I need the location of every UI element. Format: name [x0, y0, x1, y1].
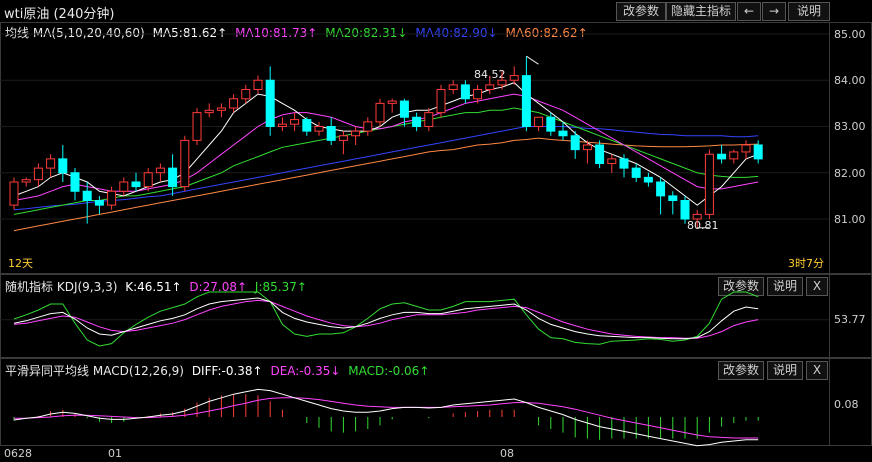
candle-body-16 [204, 109, 214, 114]
candle-body-2 [33, 167, 43, 181]
candle-body-57 [704, 153, 714, 215]
candle-body-11 [143, 172, 153, 188]
candle-body-54 [668, 195, 678, 201]
candle-body-41 [509, 75, 519, 81]
candle-body-10 [131, 181, 141, 188]
macd-line-dea [14, 397, 759, 439]
candle-body-5 [70, 172, 80, 192]
candle-body-19 [241, 89, 251, 100]
candle-body-51 [631, 167, 641, 178]
candle-body-40 [497, 79, 507, 86]
candle-body-24 [302, 119, 312, 132]
candle-body-39 [485, 84, 495, 90]
candle-body-50 [619, 158, 629, 169]
candle-body-8 [107, 190, 117, 206]
candle-body-46 [570, 135, 580, 151]
candle-body-1 [21, 179, 31, 183]
candle-body-28 [351, 130, 361, 137]
candle-body-61 [753, 144, 763, 160]
chart-canvas [0, 33, 829, 447]
candle-body-38 [473, 89, 483, 100]
ma-line-ma20 [13, 107, 759, 215]
candle-body-58 [717, 153, 727, 160]
candle-body-23 [290, 119, 300, 125]
candle-body-7 [94, 200, 104, 206]
candle-body-36 [448, 84, 458, 90]
candle-body-45 [558, 130, 568, 137]
candle-body-20 [253, 79, 263, 90]
candle-body-0 [9, 181, 19, 206]
candle-body-32 [399, 100, 409, 118]
candle-body-52 [643, 176, 653, 183]
candle-body-29 [363, 121, 373, 132]
candle-body-44 [546, 116, 556, 132]
candle-body-22 [277, 123, 287, 127]
candle-body-35 [436, 89, 446, 114]
candle-body-13 [168, 167, 178, 188]
candle-body-59 [729, 151, 739, 160]
candle-body-34 [424, 112, 434, 127]
candle-body-33 [412, 116, 422, 127]
candle-body-17 [216, 107, 226, 111]
candle-body-26 [326, 126, 336, 141]
candle-body-37 [460, 84, 470, 100]
kdj-line-k [13, 297, 759, 340]
candle-body-14 [180, 139, 190, 188]
candle-body-21 [265, 79, 275, 127]
ma-line-ma40 [13, 126, 759, 211]
candle-body-56 [692, 213, 702, 220]
candle-body-4 [58, 158, 68, 174]
candle-body-15 [192, 112, 202, 141]
candle-body-12 [155, 167, 165, 174]
candle-body-25 [314, 126, 324, 132]
candle-body-53 [656, 181, 666, 197]
high-marker-line [526, 55, 539, 65]
candle-body-31 [387, 100, 397, 104]
candle-body-42 [521, 75, 531, 127]
candle-body-60 [741, 144, 751, 153]
candle-body-48 [595, 144, 605, 164]
candle-body-49 [607, 158, 617, 164]
candle-body-47 [582, 144, 592, 151]
candle-body-9 [119, 181, 129, 192]
candle-body-3 [46, 158, 56, 169]
candle-body-55 [680, 200, 690, 220]
candle-body-30 [375, 102, 385, 123]
candle-body-27 [338, 135, 348, 141]
candle-body-18 [229, 98, 239, 109]
macd-line-diff [13, 388, 759, 447]
candle-body-6 [82, 190, 92, 201]
candle-body-43 [534, 116, 544, 127]
